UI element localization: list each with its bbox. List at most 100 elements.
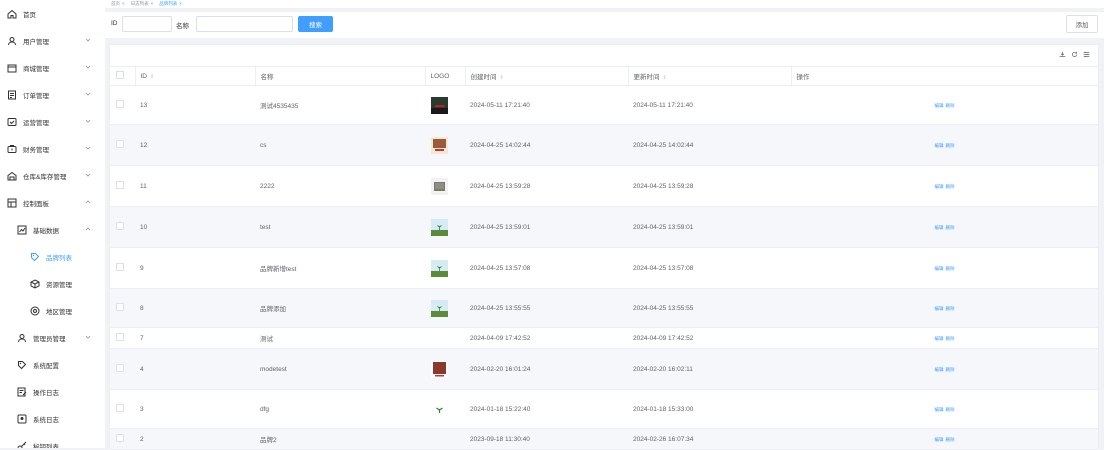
name-cell: 2222: [255, 165, 425, 207]
delete-link[interactable]: 删除: [946, 336, 955, 341]
row-checkbox-cell[interactable]: [110, 165, 135, 207]
download-icon[interactable]: [1059, 51, 1066, 60]
sidebar-item[interactable]: 地区管理: [0, 297, 105, 324]
sidebar-item[interactable]: 管理员管理: [0, 324, 105, 351]
row-checkbox[interactable]: [116, 434, 124, 442]
edit-link[interactable]: 编辑: [935, 407, 944, 412]
sort-icon[interactable]: ⇕: [150, 74, 154, 80]
delete-link[interactable]: 删除: [946, 407, 955, 412]
delete-link[interactable]: 删除: [946, 225, 955, 230]
row-checkbox[interactable]: [116, 263, 124, 271]
add-button[interactable]: 添加: [1066, 15, 1098, 33]
row-checkbox[interactable]: [116, 364, 124, 372]
name-input[interactable]: [196, 16, 293, 32]
monitor-icon: [17, 414, 27, 424]
refresh-icon[interactable]: [1071, 51, 1078, 60]
tab[interactable]: 首页 ×: [111, 1, 125, 7]
edit-link[interactable]: 编辑: [935, 367, 944, 372]
header-updated[interactable]: 更新时间 ⇕: [627, 66, 791, 86]
sidebar-item-label: 系统配置: [33, 362, 59, 370]
row-checkbox-cell[interactable]: [110, 288, 135, 328]
sidebar-item[interactable]: 秘钥列表: [0, 432, 105, 448]
sort-icon[interactable]: ⇕: [663, 75, 667, 81]
delete-link[interactable]: 删除: [946, 143, 955, 148]
brand-logo-image: [431, 177, 448, 195]
header-select-all[interactable]: [110, 66, 135, 86]
search-button[interactable]: 搜索: [298, 16, 333, 32]
logo-cell: [425, 348, 465, 390]
delete-link[interactable]: 删除: [946, 367, 955, 372]
sidebar-item[interactable]: 控制面板: [0, 189, 105, 216]
row-checkbox[interactable]: [116, 303, 124, 311]
close-icon[interactable]: ×: [151, 1, 154, 6]
sort-icon[interactable]: ⇕: [500, 75, 504, 81]
sidebar-item[interactable]: 操作日志: [0, 378, 105, 405]
sidebar-item[interactable]: 系统日志: [0, 405, 105, 432]
sidebar-item[interactable]: 资源管理: [0, 270, 105, 297]
row-checkbox[interactable]: [116, 100, 124, 108]
row-checkbox-cell[interactable]: [110, 124, 135, 166]
edit-link[interactable]: 编辑: [935, 336, 944, 341]
row-checkbox[interactable]: [116, 404, 124, 412]
updated-cell: 2024-01-18 15:33:00: [628, 389, 791, 429]
sidebar-item-label: 首页: [23, 11, 36, 19]
sidebar-item[interactable]: 基础数据: [0, 216, 105, 243]
row-checkbox-cell[interactable]: [110, 389, 135, 429]
delete-link[interactable]: 删除: [946, 266, 955, 271]
header-name: 名称: [254, 66, 425, 86]
delete-link[interactable]: 删除: [946, 437, 955, 442]
sidebar-item[interactable]: 首页: [0, 0, 105, 27]
edit-link[interactable]: 编辑: [935, 306, 944, 311]
created-cell: 2024-02-20 16:01:24: [465, 348, 628, 390]
row-checkbox-cell[interactable]: [110, 247, 135, 289]
edit-link[interactable]: 编辑: [935, 103, 944, 108]
edit-link[interactable]: 编辑: [935, 143, 944, 148]
row-checkbox-cell[interactable]: [110, 348, 135, 390]
sidebar-item[interactable]: 仓库&库存管理: [0, 162, 105, 189]
close-icon[interactable]: ×: [122, 1, 125, 6]
sidebar-item[interactable]: 系统配置: [0, 351, 105, 378]
delete-link[interactable]: 删除: [946, 306, 955, 311]
header-created[interactable]: 创建时间 ⇕: [464, 66, 628, 86]
sidebar-item[interactable]: 品牌列表: [0, 243, 105, 270]
chart-icon: [17, 225, 27, 235]
sidebar-item[interactable]: 商城管理: [0, 54, 105, 81]
brand-logo-image: [431, 136, 448, 154]
id-cell: 8: [135, 288, 255, 328]
id-cell: 10: [135, 206, 255, 248]
table-row: 2 品牌2 2023-09-18 11:30:40 2024-02-26 16:07:…: [110, 428, 1098, 450]
row-checkbox-cell[interactable]: [110, 85, 135, 125]
row-checkbox[interactable]: [116, 140, 124, 148]
row-checkbox-cell[interactable]: [110, 206, 135, 248]
row-checkbox[interactable]: [116, 222, 124, 230]
edit-link[interactable]: 编辑: [935, 225, 944, 230]
tag-icon: [30, 252, 40, 262]
sidebar-item[interactable]: 财务管理: [0, 135, 105, 162]
sidebar-item-label: 订单管理: [23, 92, 49, 100]
header-id[interactable]: ID ⇕: [134, 66, 255, 86]
id-input[interactable]: [122, 16, 172, 32]
table-row: 7 测试 2024-04-09 17:42:52 2024-04-09 17:42:5…: [110, 327, 1098, 349]
tab[interactable]: 品牌列表 ×: [159, 1, 182, 7]
sidebar-item[interactable]: 用户管理: [0, 27, 105, 54]
updated-cell: 2024-04-25 13:57:08: [628, 247, 791, 289]
delete-link[interactable]: 删除: [946, 184, 955, 189]
tab[interactable]: 日志列表 ×: [131, 1, 154, 7]
edit-link[interactable]: 编辑: [935, 266, 944, 271]
sidebar-item[interactable]: 订单管理: [0, 81, 105, 108]
row-checkbox-cell[interactable]: [110, 327, 135, 349]
operation-icon: [7, 117, 17, 127]
logo-cell: [425, 389, 465, 429]
row-checkbox[interactable]: [116, 333, 124, 341]
columns-setting-icon[interactable]: [1083, 51, 1090, 60]
table-row: 9 品牌新增test 2024-04-25 13:57:08 2024-04-25 1…: [110, 247, 1098, 289]
sidebar-item[interactable]: 运营管理: [0, 108, 105, 135]
close-icon[interactable]: ×: [179, 1, 182, 6]
user-icon: [7, 36, 17, 46]
delete-link[interactable]: 删除: [946, 103, 955, 108]
row-checkbox[interactable]: [116, 181, 124, 189]
table-row: 12 cs 2024-04-25 14:02:44 2024-04-25 14:02:…: [110, 124, 1098, 166]
row-checkbox-cell[interactable]: [110, 428, 135, 450]
edit-link[interactable]: 编辑: [935, 184, 944, 189]
edit-link[interactable]: 编辑: [935, 437, 944, 442]
